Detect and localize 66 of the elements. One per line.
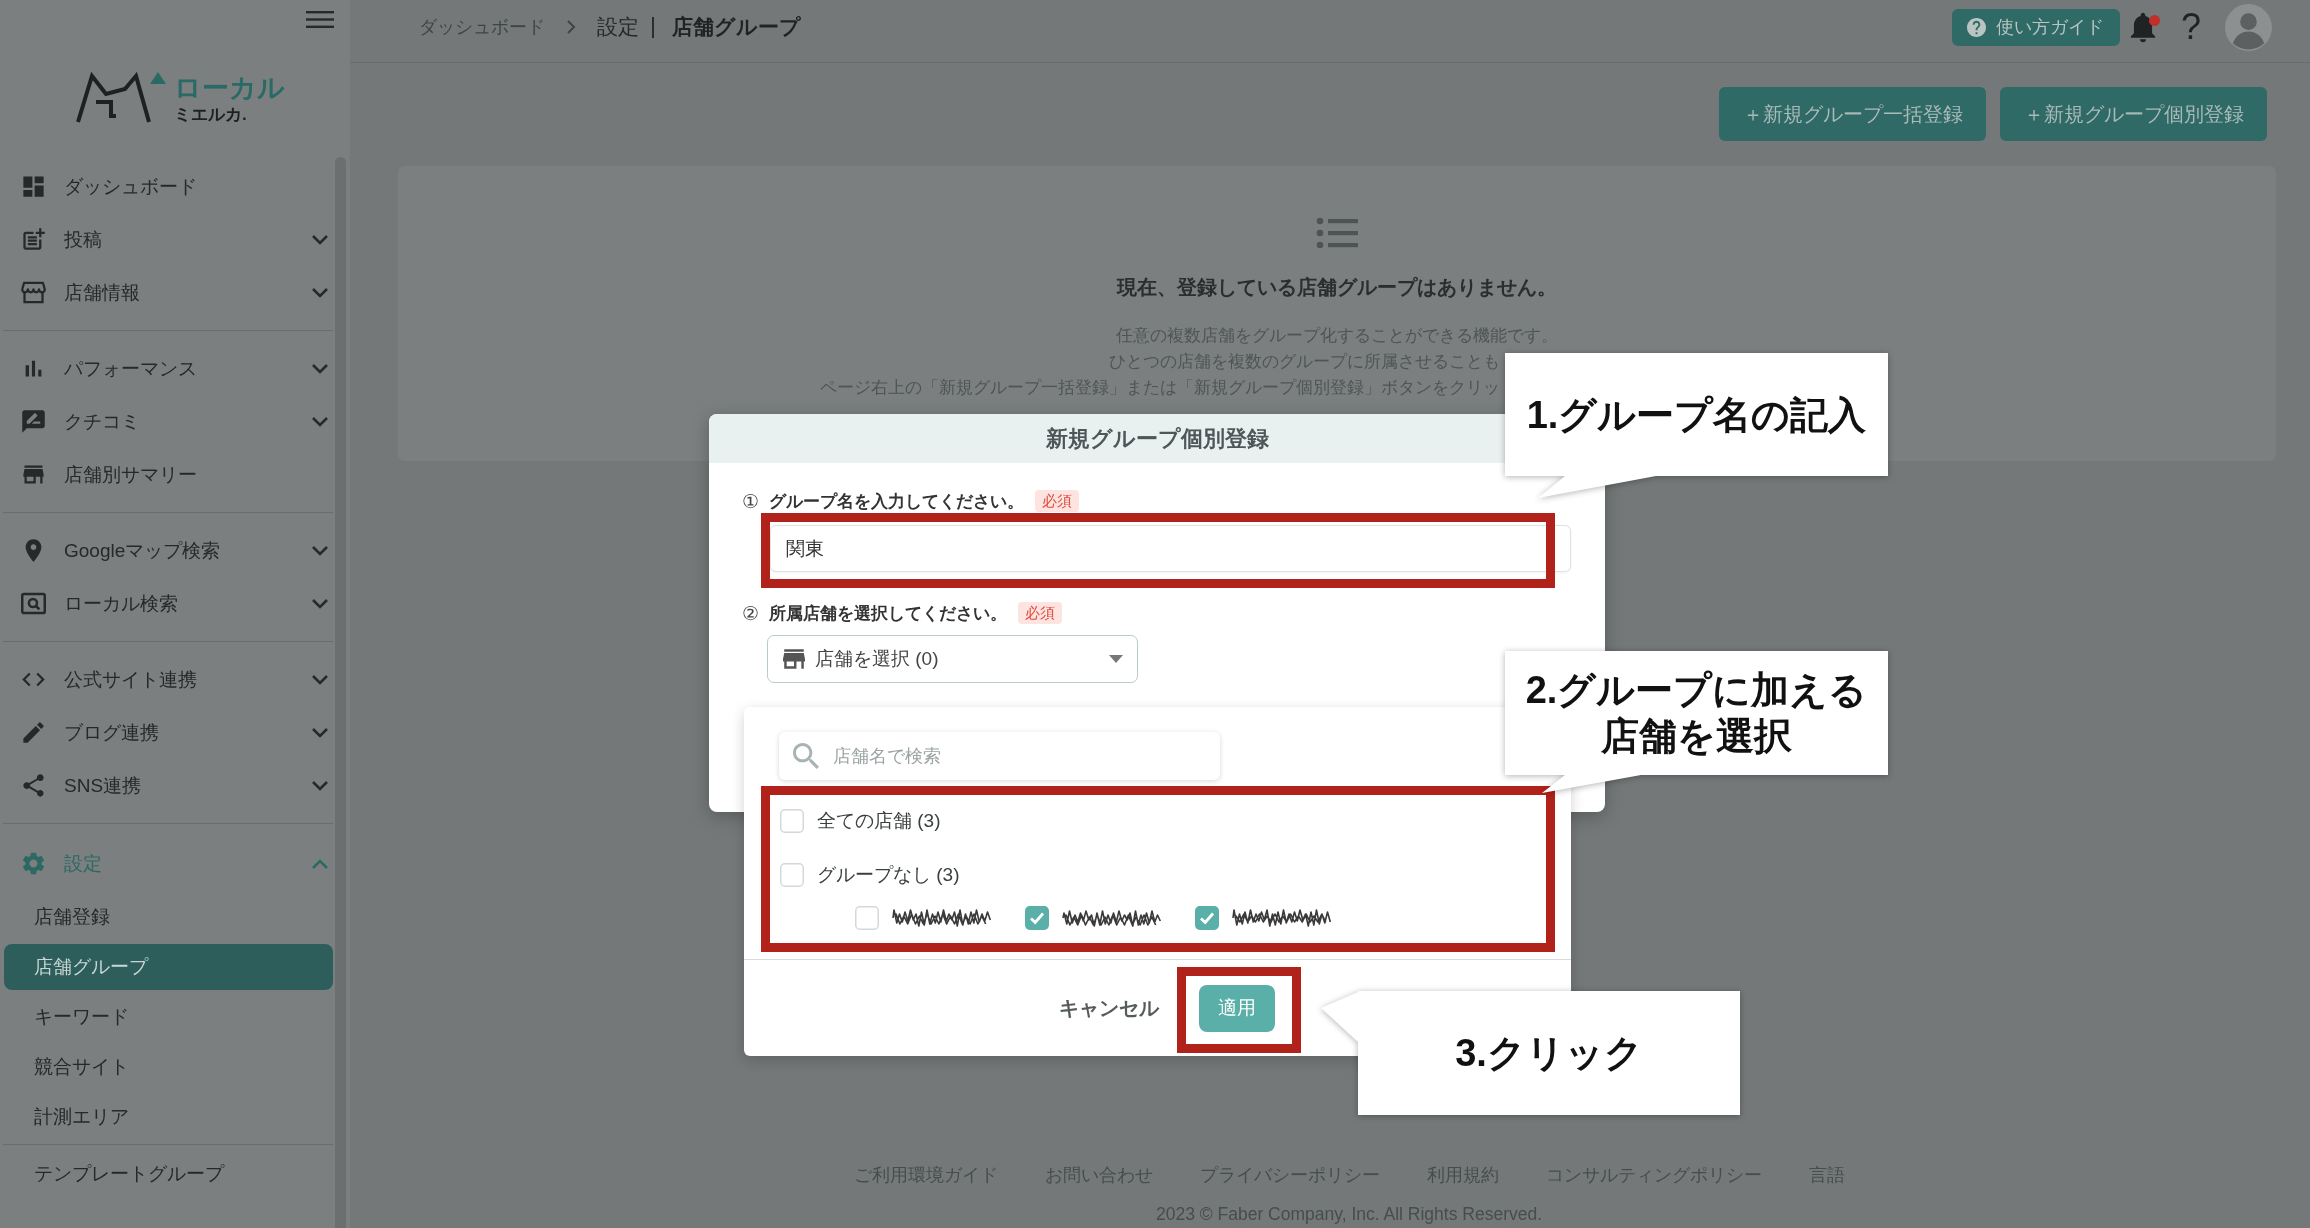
- sidebar-subitem[interactable]: 計測エリア: [4, 1094, 333, 1140]
- group-name-input[interactable]: 関東: [770, 525, 1571, 572]
- sidebar-subitem[interactable]: テンプレートグループ: [4, 1151, 333, 1197]
- sidebar-item[interactable]: ブログ連携: [3, 706, 333, 759]
- search-field[interactable]: 店舗名で検索: [779, 732, 1220, 780]
- help-icon: [1966, 17, 1986, 37]
- field-label: グループ名を入力してください。: [769, 490, 1024, 513]
- logo-subtitle: ミエルカ.: [174, 105, 248, 125]
- avatar-icon[interactable]: [2225, 3, 2272, 51]
- callout-text: 3.クリック: [1455, 1031, 1643, 1076]
- sidebar-subitem[interactable]: 競合サイト: [4, 1044, 333, 1090]
- new-group-button[interactable]: ＋新規グループ個別登録: [2000, 87, 2267, 141]
- sidebar-subitem[interactable]: 店舗登録: [4, 894, 333, 940]
- option-label[interactable]: グループなし (3): [817, 862, 960, 888]
- checkbox[interactable]: [780, 809, 804, 833]
- field-label: 所属店舗を選択してください。: [769, 602, 1007, 625]
- required-badge: 必須: [1018, 602, 1062, 624]
- callout-text: 1.グループ名の記入: [1526, 393, 1867, 438]
- checkbox[interactable]: [780, 863, 804, 887]
- new-group-button[interactable]: ＋新規グループ一括登録: [1719, 87, 1986, 141]
- sidebar-item[interactable]: 投稿: [3, 213, 333, 266]
- sidebar-item[interactable]: クチコミ: [3, 395, 333, 448]
- field-number: ②: [742, 601, 759, 625]
- sidebar-item[interactable]: 店舗別サマリー: [3, 448, 333, 501]
- share-icon: [20, 772, 47, 799]
- section-title: 設定: [597, 14, 639, 40]
- bell-icon[interactable]: [2129, 11, 2156, 43]
- sidebar-subitem[interactable]: 店舗グループ: [4, 944, 333, 990]
- sidebar-subitem[interactable]: キーワード: [4, 994, 333, 1040]
- modal-title: 新規グループ個別登録: [1045, 426, 1269, 453]
- sidebar-item[interactable]: ダッシュボード: [3, 160, 333, 213]
- empty-state-title: 現在、登録している店舗グループはありません。: [1117, 276, 1557, 298]
- checkbox[interactable]: [855, 906, 879, 930]
- guide-button[interactable]: 使い方ガイド: [1951, 8, 2120, 46]
- settings-icon: [20, 850, 47, 877]
- sidebar-item[interactable]: Googleマップ検索: [3, 524, 333, 577]
- callout-text: 店舗を選択: [1601, 714, 1792, 759]
- search-box-icon: [20, 590, 47, 617]
- review-icon: [20, 408, 47, 435]
- menu-icon[interactable]: [306, 11, 334, 28]
- caret-down-icon: [1109, 655, 1123, 663]
- logo-title: ローカル: [174, 74, 285, 102]
- sidebar-item[interactable]: SNS連携: [3, 759, 333, 812]
- checkbox[interactable]: [1195, 906, 1219, 930]
- dashboard-icon: [20, 173, 47, 200]
- logo-icon: [75, 72, 167, 124]
- store-select[interactable]: 店舗を選択 (0): [767, 635, 1138, 683]
- option-label[interactable]: 全ての店舗 (3): [817, 808, 941, 834]
- required-badge: 必須: [1035, 490, 1079, 512]
- callout-text: 2.グループに加える: [1525, 668, 1868, 713]
- sidebar-item[interactable]: パフォーマンス: [3, 342, 333, 395]
- page-title: 店舗グループ: [672, 14, 801, 40]
- post-add-icon: [20, 226, 47, 253]
- sidebar-item[interactable]: ローカル検索: [3, 577, 333, 630]
- chevron-right-icon: [566, 19, 576, 35]
- field-number: ①: [742, 489, 759, 513]
- list-icon: [1316, 216, 1358, 250]
- apply-button[interactable]: 適用: [1198, 984, 1275, 1032]
- storefront-icon: [20, 279, 47, 306]
- sidebar-item[interactable]: 公式サイト連携: [3, 653, 333, 706]
- checkbox[interactable]: [1025, 906, 1049, 930]
- search-icon: [793, 743, 819, 769]
- help-button[interactable]: ?: [2180, 8, 2201, 46]
- store-icon: [783, 649, 805, 669]
- cancel-button[interactable]: キャンセル: [1058, 994, 1159, 1022]
- sidebar-item[interactable]: 店舗情報: [3, 266, 333, 319]
